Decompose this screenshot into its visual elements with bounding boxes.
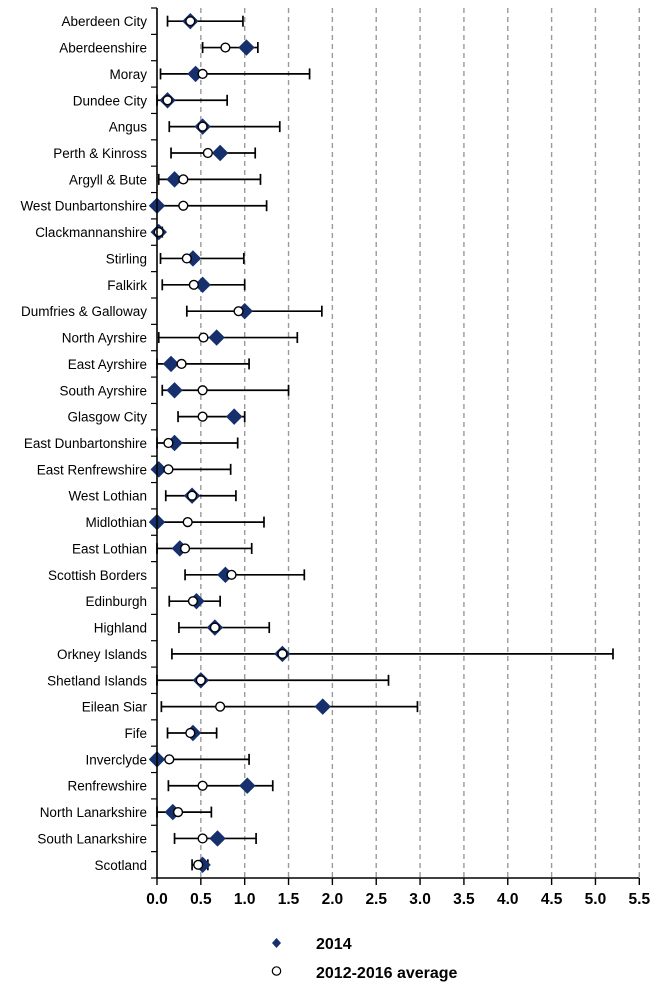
category-tick-marks — [151, 7, 157, 879]
x-axis-tick-label: 4.0 — [497, 891, 519, 908]
marker-average — [277, 648, 288, 660]
forest-plot-chart: Aberdeen City Aberdeenshire Moray Dundee Ci… — [0, 0, 665, 1007]
category-label: North Ayrshire — [62, 331, 147, 346]
category-label: Shetland Islands — [47, 673, 147, 688]
marker-average — [209, 622, 220, 633]
category-label: South Ayrshire — [59, 383, 147, 398]
x-axis-tick-label: 0.0 — [146, 891, 168, 908]
category-label: Clackmannanshire — [35, 225, 147, 240]
marker-average — [195, 675, 206, 686]
marker-average — [181, 253, 192, 264]
x-axis-tick-label: 5.5 — [629, 891, 651, 908]
x-axis-tick-label: 2.0 — [322, 891, 344, 908]
marker-average — [185, 16, 196, 27]
category-label: Scotland — [94, 858, 147, 873]
marker-average — [182, 516, 193, 528]
category-label: Perth & Kinross — [53, 146, 147, 161]
marker-average — [162, 95, 173, 106]
x-axis-tick-label: 2.5 — [365, 891, 387, 908]
x-axis-tick-label: 1.0 — [234, 891, 256, 908]
category-label: West Dunbartonshire — [20, 199, 147, 214]
marker-average — [178, 200, 189, 211]
marker-average — [197, 833, 208, 844]
legend-marker-2014 — [272, 938, 281, 948]
category-label: West Lothian — [68, 489, 147, 504]
x-axis-tick-label: 4.5 — [541, 891, 563, 908]
x-axis-tick-label: 3.0 — [409, 891, 431, 908]
category-label: Argyll & Bute — [69, 172, 147, 187]
legend-label-average: 2012-2016 average — [316, 965, 458, 982]
category-label: East Lothian — [72, 541, 147, 556]
category-label: Glasgow City — [67, 410, 147, 425]
category-label: Aberdeenshire — [59, 41, 147, 56]
chart-svg: Aberdeen City Aberdeenshire Moray Dundee Ci… — [20, 7, 650, 982]
category-label: East Renfrewshire — [37, 462, 147, 477]
marker-average — [202, 147, 213, 159]
category-label: Orkney Islands — [57, 647, 147, 662]
category-label: Stirling — [106, 251, 147, 266]
marker-average — [197, 121, 208, 132]
marker-average — [153, 226, 164, 238]
marker-average — [179, 543, 191, 554]
category-label: Scottish Borders — [48, 568, 147, 583]
category-label: Edinburgh — [85, 594, 147, 609]
marker-average — [188, 279, 199, 290]
category-label: Moray — [109, 67, 147, 82]
chart-legend: 2014 2012-2016 average — [271, 936, 458, 982]
legend-marker-average — [271, 966, 282, 976]
marker-average — [187, 596, 199, 607]
category-label: Inverclyde — [85, 752, 147, 767]
marker-average — [185, 727, 196, 739]
marker-average — [226, 569, 237, 580]
category-label: Renfrewshire — [67, 779, 147, 794]
marker-average — [163, 437, 174, 449]
marker-average — [215, 701, 226, 712]
x-axis-tick-label: 3.5 — [453, 891, 475, 908]
marker-average — [197, 780, 208, 791]
x-axis-tick-label: 1.5 — [278, 891, 300, 908]
category-axis-labels: Aberdeen City Aberdeenshire Moray Dundee Ci… — [20, 14, 147, 873]
category-label: North Lanarkshire — [40, 805, 147, 820]
x-axis-tick-label: 5.0 — [585, 891, 607, 908]
marker-average — [197, 411, 208, 422]
x-axis-ticks: 0.0 0.5 1.0 1.5 2.0 2.5 3.0 3.5 4.0 4.5 5.0 5.5 — [146, 878, 650, 908]
legend-label-2014: 2014 — [316, 936, 352, 953]
category-label: East Dunbartonshire — [24, 436, 147, 451]
marker-average — [197, 385, 208, 396]
marker-average — [220, 42, 231, 53]
category-label: Falkirk — [107, 278, 147, 293]
marker-average — [172, 806, 184, 818]
category-label: Dumfries & Galloway — [21, 304, 147, 319]
category-label: Highland — [94, 621, 147, 636]
marker-average — [233, 306, 244, 317]
marker-average — [193, 859, 204, 870]
category-label: Fife — [124, 726, 147, 741]
category-label: South Lanarkshire — [37, 831, 147, 846]
marker-average — [164, 754, 175, 765]
marker-average — [178, 174, 189, 185]
category-label: Aberdeen City — [61, 14, 147, 29]
marker-average — [198, 332, 209, 343]
category-label: East Ayrshire — [68, 357, 147, 372]
marker-average — [186, 490, 198, 501]
category-label: Eilean Siar — [82, 700, 148, 715]
marker-average — [163, 464, 174, 475]
x-axis-tick-label: 0.5 — [190, 891, 212, 908]
marker-average — [176, 358, 187, 370]
category-label: Midlothian — [85, 515, 147, 530]
category-label: Dundee City — [73, 93, 148, 108]
category-label: Angus — [109, 120, 148, 135]
marker-average — [197, 68, 208, 80]
